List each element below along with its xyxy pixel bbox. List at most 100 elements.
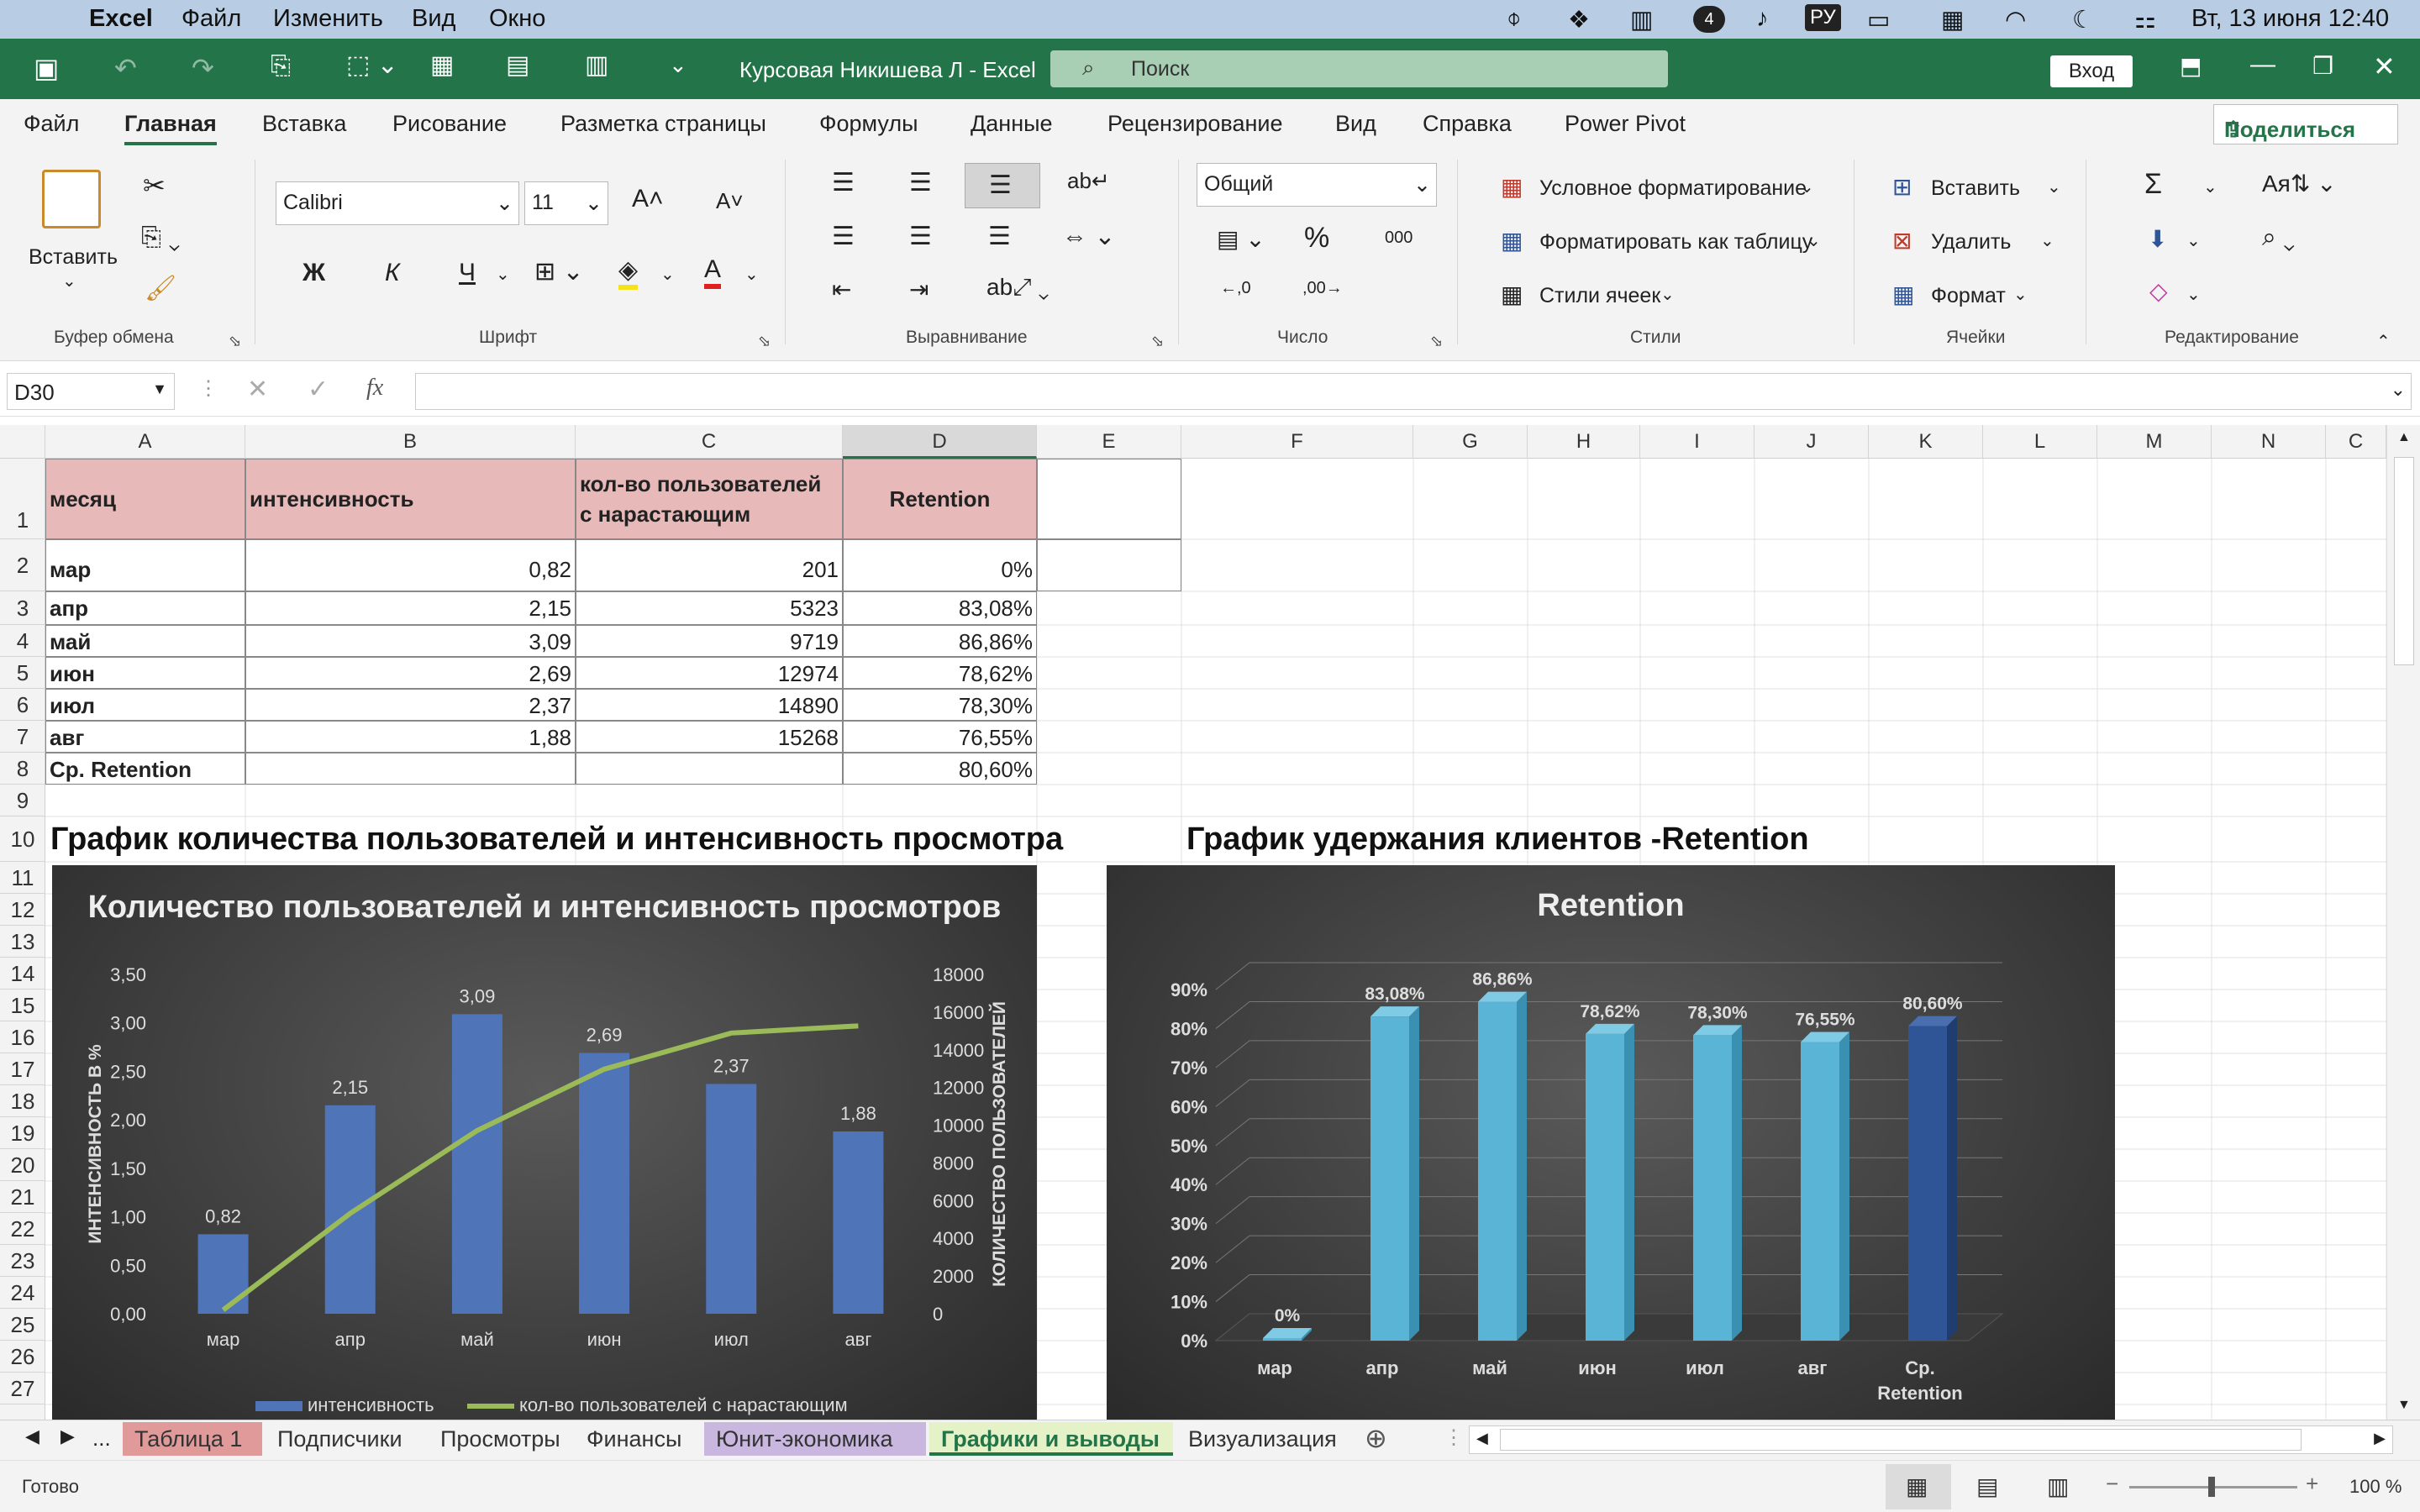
share-button[interactable]: ⇪ Поделиться [2213,104,2398,144]
row-header[interactable]: 3 [0,591,45,625]
row-header[interactable]: 22 [0,1213,45,1245]
increase-indent-icon[interactable]: ⇥ [909,276,929,303]
vertical-scrollbar[interactable]: ▲ ▼ [2386,425,2420,1420]
row-header[interactable]: 25 [0,1309,45,1341]
bar-retention[interactable] [1370,1006,1419,1341]
table-cell[interactable]: 2,15 [245,591,576,625]
column-header[interactable]: C [576,425,843,459]
fill-chevron-icon[interactable]: ⌄ [2186,230,2201,251]
tab-help[interactable]: Справка [1423,111,1512,137]
restore-icon[interactable]: ❐ [2312,52,2333,80]
bar-retention[interactable] [1801,1032,1849,1341]
underline-chevron-icon[interactable]: ⌄ [496,264,510,285]
format-painter-icon[interactable]: 🖌 [145,274,176,303]
find-icon[interactable]: ⌕ ⌄ [2262,223,2295,252]
format-cells-chevron-icon[interactable]: ⌄ [2013,284,2028,305]
font-grow-icon[interactable]: A˄ [632,185,664,213]
row-header[interactable]: 20 [0,1149,45,1181]
orientation-icon[interactable]: ab⤢ ⌄ [986,274,1050,302]
row-header[interactable]: 27 [0,1373,45,1404]
bar-intensity[interactable] [451,1014,502,1314]
function-icon[interactable]: fx [366,375,383,402]
selection-icon[interactable]: ⬚ ⌄ [346,50,398,80]
page-break-view-icon[interactable]: ▥ [2047,1473,2069,1500]
bar-retention[interactable] [1693,1025,1742,1341]
cell-styles-button[interactable]: Стили ячеек [1539,284,1660,308]
users-intensity-chart[interactable]: Количество пользователей и интенсивность… [52,865,1037,1420]
vertical-scroll-thumb[interactable] [2394,457,2414,665]
status-icon-1[interactable]: ⌽ [1507,5,1521,33]
control-center-icon[interactable]: ⚏ [2134,5,2156,34]
sheet-tab[interactable]: Подписчики [266,1422,425,1456]
clear-icon[interactable]: ◇ [2149,277,2168,305]
chart-icon[interactable]: ▥ [585,50,608,80]
table-cell[interactable]: 5323 [576,591,843,625]
conditional-format-chevron-icon[interactable]: ⌄ [1800,176,1814,197]
row-header[interactable]: 2 [0,539,45,591]
tab-power-pivot[interactable]: Power Pivot [1565,111,1686,137]
table-cell[interactable]: 0% [843,539,1037,591]
minimize-icon[interactable]: — [2250,50,2275,79]
table-cell[interactable]: 12974 [576,657,843,689]
format-table-button[interactable]: Форматировать как таблицу [1539,230,1812,255]
decrease-decimal-icon[interactable]: ,00→ [1302,279,1343,298]
horizontal-scroll-thumb[interactable] [1500,1429,2302,1451]
zoom-level[interactable]: 100 % [2349,1476,2402,1498]
bar-retention[interactable] [1908,1016,1957,1341]
select-all-corner[interactable] [0,425,45,459]
login-button[interactable]: Вход [2050,55,2133,87]
bold-button[interactable]: Ж [302,259,325,287]
clock[interactable]: Вт, 13 июня 12:40 [2191,5,2389,33]
merge-center-icon[interactable]: ⇔ ⌄ [1062,222,1115,251]
insert-cells-chevron-icon[interactable]: ⌄ [2047,176,2061,197]
menu-window[interactable]: Окно [489,5,545,33]
undo-icon[interactable]: ↶ [114,52,137,84]
insert-cells-button[interactable]: Вставить [1931,176,2020,201]
table-cell[interactable]: 2,37 [245,689,576,721]
scroll-left-icon[interactable]: ◀ [1476,1430,1488,1447]
row-header[interactable]: 23 [0,1245,45,1277]
collapse-ribbon-icon[interactable]: ⌃ [2376,331,2391,352]
table-cell[interactable]: май [45,625,245,657]
row-header[interactable]: 6 [0,689,45,721]
underline-button[interactable]: Ч [459,259,476,287]
table-cell[interactable]: мар [45,539,245,591]
table-cell[interactable]: июн [45,657,245,689]
customize-qat-icon[interactable]: ⌄ [669,52,687,78]
delete-cells-chevron-icon[interactable]: ⌄ [2040,230,2054,251]
bar-intensity[interactable] [197,1234,249,1314]
row-header[interactable]: 15 [0,990,45,1021]
ribbon-display-icon[interactable]: ⬒ [2180,52,2202,80]
fill-color-icon[interactable]: ◈ [618,255,639,290]
column-header[interactable]: L [1983,425,2097,459]
row-header[interactable]: 21 [0,1181,45,1213]
row-header[interactable]: 26 [0,1341,45,1373]
column-header[interactable]: E [1037,425,1181,459]
input-language[interactable]: РУ [1805,4,1841,31]
menu-view[interactable]: Вид [412,5,455,33]
normal-view-button[interactable]: ▦ [1886,1464,1951,1509]
tab-draw[interactable]: Рисование [392,111,507,137]
tabs-splitter-icon[interactable]: ⋮ [1444,1425,1464,1450]
table-cell[interactable]: 78,30% [843,689,1037,721]
tab-review[interactable]: Рецензирование [1107,111,1283,137]
autosum-chevron-icon[interactable]: ⌄ [2203,176,2217,197]
audio-icon[interactable]: ♪ [1756,5,1769,33]
copy-file-icon[interactable]: ⎘ [271,52,291,81]
row-header[interactable]: 18 [0,1085,45,1117]
autosum-icon[interactable]: Σ [2144,168,2162,201]
table-cell[interactable]: интенсивность [245,459,576,539]
sheet-grid[interactable]: месяц интенсивность кол-во пользователей с… [45,459,2386,1420]
table-cell[interactable]: 1,88 [245,721,576,753]
horizontal-scrollbar[interactable]: ◀ ▶ [1469,1425,2393,1454]
table-cell[interactable]: 15268 [576,721,843,753]
row-header[interactable]: 9 [0,785,45,816]
clear-chevron-icon[interactable]: ⌄ [2186,284,2201,305]
bar-retention[interactable] [1586,1023,1634,1341]
add-sheet-icon[interactable]: ⊕ [1365,1422,1387,1454]
column-header[interactable]: B [245,425,576,459]
italic-button[interactable]: К [385,259,400,287]
tab-file[interactable]: Файл [24,111,79,137]
sheet-tab[interactable]: Визуализация [1176,1422,1344,1456]
table-cell[interactable]: 2,69 [245,657,576,689]
